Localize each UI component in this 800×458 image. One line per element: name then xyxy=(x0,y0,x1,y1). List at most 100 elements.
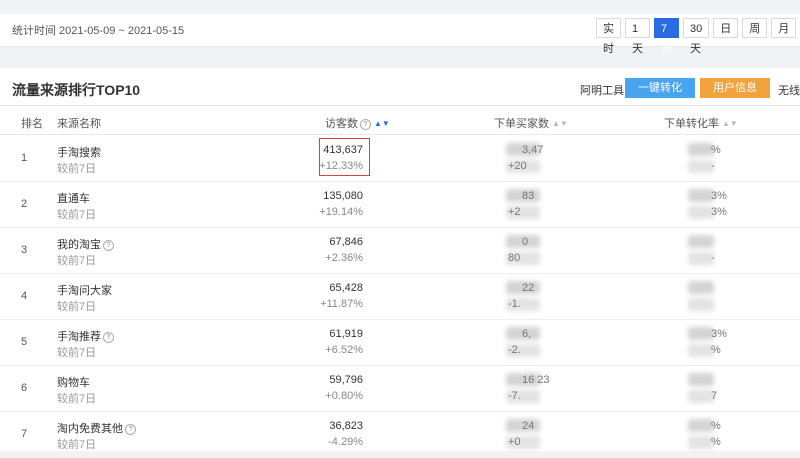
buyers-fragment: 22 xyxy=(522,282,535,294)
sort-icon[interactable]: ▲▼ xyxy=(722,119,738,128)
highlight-box xyxy=(319,138,370,176)
range-button-7day[interactable]: 7天 xyxy=(654,18,679,55)
conversion-delta-fragment: 7 xyxy=(711,390,718,402)
stats-period: 统计时间 2021-05-09 ~ 2021-05-15 xyxy=(12,25,185,37)
visitors-delta: +2.36% xyxy=(325,252,363,264)
table-row[interactable]: 2 直通车 较前7日 135,080 +19.14% 83 +2 3% 3% xyxy=(0,181,800,228)
blurred-value xyxy=(688,298,714,311)
compare-label: 较前7日 xyxy=(57,439,97,451)
visitors-delta: -4.29% xyxy=(328,436,363,448)
source-name: 手淘搜索 xyxy=(57,144,101,160)
compare-label: 较前7日 xyxy=(57,301,97,313)
help-icon[interactable]: ? xyxy=(103,240,114,251)
col-conversion-label: 下单转化率 xyxy=(664,118,719,130)
visitors-value: 135,080 xyxy=(323,190,363,202)
col-conversion[interactable]: 下单转化率 ▲▼ xyxy=(664,115,738,131)
table-row[interactable]: 4 手淘问大家较前7日 65,428 +11.87% 22 -1. xyxy=(0,273,800,320)
source-name-label: 手淘推荐 xyxy=(57,331,101,343)
help-icon[interactable]: ? xyxy=(360,119,371,130)
convert-button[interactable]: 一键转化 xyxy=(625,78,695,98)
row-rank: 6 xyxy=(21,382,28,394)
source-name: 手淘推荐? xyxy=(57,328,114,344)
blurred-value xyxy=(688,373,714,386)
range-button-30day[interactable]: 30天 xyxy=(683,18,710,55)
source-name-label: 淘内免费其他 xyxy=(57,423,123,435)
blurred-value xyxy=(688,281,714,294)
source-name: 淘内免费其他? xyxy=(57,420,136,436)
conversion-fragment: % xyxy=(711,144,721,156)
buyers-delta-fragment: -7. xyxy=(508,390,521,402)
visitors-delta: +6.52% xyxy=(325,344,363,356)
table-row[interactable]: 1 手淘搜索 较前7日 413,637 +12.33% 3,47 +20% - xyxy=(0,135,800,182)
col-visitors[interactable]: 访客数? ▲▼ xyxy=(325,115,390,131)
buyers-fragment: 0 xyxy=(522,236,529,248)
row-rank: 5 xyxy=(21,336,28,348)
visitors-value: 67,846 xyxy=(329,236,363,248)
visitors-delta: +11.87% xyxy=(320,298,363,310)
col-rank: 排名 xyxy=(21,118,43,130)
conversion-fragment: 3% xyxy=(711,328,727,340)
source-name: 我的淘宝? xyxy=(57,236,114,252)
range-button-1day[interactable]: 1天 xyxy=(625,18,650,55)
buyers-delta-fragment: 80 xyxy=(508,252,521,264)
col-visitors-label: 访客数 xyxy=(325,118,358,130)
buyers-delta-fragment: +2 xyxy=(508,206,521,218)
range-button-week[interactable]: 周 xyxy=(742,18,768,38)
visitors-value: 59,796 xyxy=(329,374,363,386)
source-name-label: 我的淘宝 xyxy=(57,239,101,251)
visitors-delta: +19.14% xyxy=(319,206,363,218)
source-name-label: 手淘问大家 xyxy=(57,285,112,297)
visitors-value: 36,823 xyxy=(329,420,363,432)
buyers-fragment: 83 xyxy=(522,190,535,202)
range-button-day[interactable]: 日 xyxy=(713,18,739,38)
panel-title: 流量来源排行TOP10 xyxy=(12,82,141,98)
source-name-label: 直通车 xyxy=(57,193,90,205)
source-name: 手淘问大家 xyxy=(57,282,112,298)
col-buyers-label: 下单买家数 xyxy=(494,118,549,130)
stats-toolbar: 统计时间 2021-05-09 ~ 2021-05-15 实 时 1天 7天 3… xyxy=(0,14,800,55)
help-icon[interactable]: ? xyxy=(125,424,136,435)
table-row[interactable]: 5 手淘推荐? 较前7日 61,919 +6.52% 6, -2. 3%% xyxy=(0,319,800,366)
buyers-delta-fragment: -1. xyxy=(508,298,521,310)
traffic-source-panel: 流量来源排行TOP10 阿明工具： 一键转化 用户信息 无线端 排名 来源名称 … xyxy=(0,68,800,458)
sort-icon[interactable]: ▲▼ xyxy=(552,119,568,128)
range-button-month[interactable]: 月 xyxy=(771,18,797,38)
visitors-value: 65,428 xyxy=(329,282,363,294)
conversion-delta-fragment: - xyxy=(711,160,715,172)
source-name-label: 购物车 xyxy=(57,377,90,389)
conversion-delta-fragment: % xyxy=(711,344,721,356)
row-rank: 7 xyxy=(21,428,28,440)
compare-label: 较前7日 xyxy=(57,347,97,359)
sort-desc-icon[interactable]: ▲▼ xyxy=(374,119,390,128)
buyers-delta-fragment: -2. xyxy=(508,344,521,356)
range-button-realtime[interactable]: 实 时 xyxy=(596,18,621,55)
row-rank: 1 xyxy=(21,152,28,164)
conversion-fragment: 3% xyxy=(711,190,727,202)
compare-label: 较前7日 xyxy=(57,393,97,405)
conversion-fragment: % xyxy=(711,420,721,432)
table-row[interactable]: 3 我的淘宝? 较前7日 67,846 +2.36% 0 80 - xyxy=(0,227,800,274)
compare-label: 较前7日 xyxy=(57,209,97,221)
row-rank: 3 xyxy=(21,244,28,256)
source-name-label: 手淘搜索 xyxy=(57,147,101,159)
buyers-fragment: 16 23 xyxy=(522,374,550,386)
table-header: 排名 来源名称 访客数? ▲▼ 下单买家数 ▲▼ 下单转化率 ▲▼ xyxy=(0,106,800,135)
visitors-delta: +0.80% xyxy=(325,390,363,402)
conversion-delta-fragment: % xyxy=(711,436,721,448)
time-range-selector: 实 时 1天 7天 30天 日 周 月 xyxy=(596,18,800,55)
help-icon[interactable]: ? xyxy=(103,332,114,343)
row-rank: 2 xyxy=(21,198,28,210)
source-name: 购物车 xyxy=(57,374,90,390)
table-row[interactable]: 6 购物车较前7日 59,796 +0.80% 16 23 -7. 7 xyxy=(0,365,800,412)
wireless-tab[interactable]: 无线端 xyxy=(778,82,800,98)
row-rank: 4 xyxy=(21,290,28,302)
buyers-fragment: 24 xyxy=(522,420,535,432)
buyers-fragment: 3,47 xyxy=(522,144,544,156)
compare-label: 较前7日 xyxy=(57,163,97,175)
col-buyers[interactable]: 下单买家数 ▲▼ xyxy=(494,115,568,131)
col-source: 来源名称 xyxy=(57,118,101,130)
compare-label: 较前7日 xyxy=(57,255,97,267)
user-info-button[interactable]: 用户信息 xyxy=(700,78,770,98)
conversion-delta-fragment: - xyxy=(711,252,715,264)
buyers-delta-fragment: +20 xyxy=(508,160,527,172)
